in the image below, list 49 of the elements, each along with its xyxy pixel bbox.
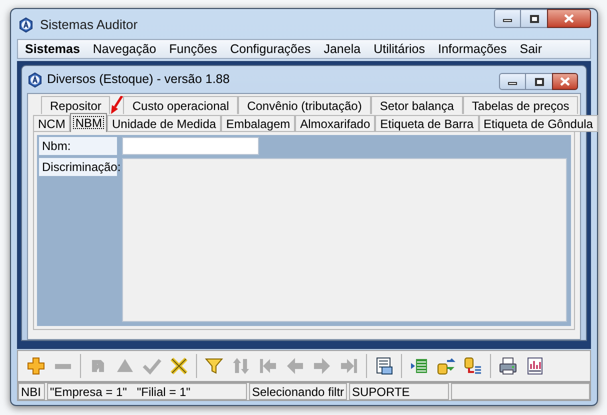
nbm-label: Nbm: <box>39 137 117 155</box>
close-icon <box>564 14 574 23</box>
list-icon[interactable] <box>409 356 429 376</box>
status-bar-field: SUPORTE <box>349 383 449 400</box>
menu-item[interactable]: Navegação <box>92 40 156 58</box>
window-title: Sistemas Auditor <box>40 16 138 34</box>
status-bar-field: Selecionando filtr <box>249 383 347 400</box>
printer-icon[interactable] <box>498 356 518 376</box>
nbm-field[interactable] <box>122 137 259 155</box>
tab[interactable]: NCM <box>33 115 70 132</box>
x-icon[interactable] <box>169 356 189 376</box>
menu-item[interactable]: Sistemas <box>25 40 80 58</box>
child-window-title: Diversos (Estoque) - versão 1.88 <box>47 71 230 88</box>
tab[interactable]: Setor balança <box>370 96 463 114</box>
menu-item[interactable]: Informações <box>438 40 507 58</box>
menu-item[interactable]: Janela <box>324 40 361 58</box>
database-list-icon[interactable] <box>463 356 483 376</box>
annotation-arrow <box>110 96 124 114</box>
menu-item[interactable]: Funções <box>169 40 218 58</box>
plus-icon[interactable] <box>26 356 46 376</box>
discriminacao-field[interactable] <box>122 158 567 322</box>
maximize-button[interactable] <box>521 9 547 28</box>
funnel-icon[interactable] <box>204 356 224 376</box>
tab[interactable]: Almoxarifado <box>295 115 376 132</box>
close-icon <box>560 77 570 86</box>
app-logo-icon <box>18 16 34 33</box>
minimize-button[interactable] <box>494 9 521 28</box>
tab[interactable]: Convênio (tributação) <box>238 96 371 114</box>
form-icon[interactable] <box>374 356 394 376</box>
tab[interactable]: Etiqueta de Barra <box>375 115 479 132</box>
minimize-button[interactable] <box>499 73 526 90</box>
menu-item[interactable]: Configurações <box>230 40 311 58</box>
tab[interactable]: Tabelas de preços <box>462 96 578 114</box>
database-icon[interactable] <box>436 356 456 376</box>
tab[interactable]: Repositor <box>41 96 110 114</box>
app-logo-icon <box>27 72 43 88</box>
tab[interactable]: Unidade de Medida <box>107 115 222 132</box>
chart-icon[interactable] <box>525 356 545 376</box>
tab[interactable]: Etiqueta de Gôndula <box>478 115 598 132</box>
tab[interactable]: Embalagem <box>221 115 296 132</box>
close-button[interactable] <box>547 9 591 28</box>
menu-item[interactable]: Sair <box>520 40 542 58</box>
maximize-button[interactable] <box>526 73 552 90</box>
menu-item[interactable]: Utilitários <box>374 40 425 58</box>
tab[interactable]: Custo operacional <box>123 96 238 114</box>
close-button[interactable] <box>552 73 578 90</box>
status-bar-field: "Empresa = 1" "Filial = 1" <box>47 383 247 400</box>
status-bar-field: NBI <box>18 383 45 400</box>
tab[interactable]: NBM <box>70 113 107 132</box>
